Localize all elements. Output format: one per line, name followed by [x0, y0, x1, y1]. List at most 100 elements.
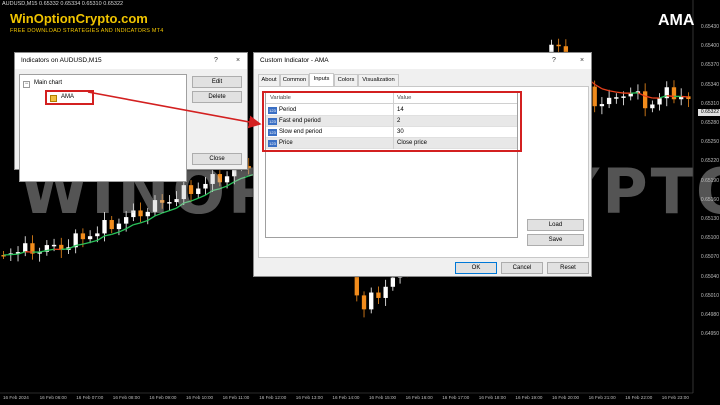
- candle-body: [181, 185, 186, 200]
- tree-root-main-chart[interactable]: Main chart: [34, 80, 62, 86]
- candle-body: [160, 200, 165, 203]
- candle-body: [196, 188, 201, 194]
- candle-body: [592, 86, 597, 107]
- candle-body: [123, 217, 129, 224]
- candle-body: [138, 210, 143, 217]
- ama-line-segment: [96, 235, 105, 241]
- parameters-highlight-box: [262, 91, 522, 152]
- candle-body: [145, 211, 150, 217]
- time-tick: 16 Feb 23:00: [661, 395, 689, 400]
- ama-line-segment: [616, 91, 624, 94]
- close-button[interactable]: Close: [192, 153, 242, 165]
- ama-line-segment: [241, 175, 249, 179]
- time-tick: 16 Feb 14:00: [332, 395, 360, 400]
- price-tick: 0.65310: [700, 100, 719, 107]
- time-tick: 16 Feb 10:00: [186, 395, 214, 400]
- ama-line-segment: [212, 188, 221, 192]
- indicator-tree[interactable]: − Main chart AMA: [19, 74, 187, 182]
- ama-line-segment: [82, 241, 91, 245]
- dialog-titlebar[interactable]: Custom Indicator - AMA ? ×: [254, 53, 591, 69]
- tree-item-ama[interactable]: AMA: [45, 90, 94, 105]
- candle-body: [210, 174, 215, 184]
- ok-button[interactable]: OK: [455, 262, 497, 274]
- candle-body: [606, 97, 612, 105]
- time-tick: 16 Feb 20:00: [552, 395, 580, 400]
- brand-logo-text: WinOptionCrypto.com: [10, 11, 148, 26]
- price-tick: 0.64950: [700, 331, 719, 338]
- candle-body: [599, 104, 605, 107]
- price-tick: 0.65430: [700, 24, 719, 30]
- ama-line-segment: [681, 95, 689, 98]
- time-tick: 16 Feb 2024: [3, 395, 29, 400]
- time-tick: 16 Feb 22:00: [625, 395, 653, 400]
- cancel-button[interactable]: Cancel: [501, 262, 543, 274]
- collapse-icon[interactable]: −: [23, 81, 30, 88]
- candle-body: [95, 233, 100, 237]
- tab-common[interactable]: Common: [280, 74, 309, 86]
- ama-line-segment: [104, 233, 112, 237]
- delete-button[interactable]: Delete: [192, 91, 242, 103]
- time-tick: 16 Feb 12:00: [259, 395, 287, 400]
- brand-tagline: FREE DOWNLOAD STRATEGIES AND INDICATORS …: [10, 28, 164, 34]
- ama-line-segment: [608, 90, 617, 93]
- candle-body: [87, 236, 93, 240]
- tree-root-label: Main chart: [34, 80, 63, 86]
- candle-body: [614, 97, 619, 99]
- close-icon[interactable]: ×: [231, 53, 245, 69]
- ama-line-segment: [133, 222, 141, 226]
- candle-body: [361, 295, 367, 310]
- ama-line-segment: [226, 181, 235, 187]
- ama-line-segment: [39, 249, 47, 253]
- candle-body: [628, 93, 633, 97]
- price-tick: 0.65280: [700, 120, 719, 126]
- time-tick: 16 Feb 18:00: [478, 395, 506, 400]
- price-tick: 0.65220: [700, 158, 719, 165]
- edit-button[interactable]: Edit: [192, 76, 242, 88]
- ama-line-segment: [118, 228, 127, 233]
- ama-line-segment: [666, 95, 675, 98]
- current-price-label: 0.65322: [698, 109, 720, 116]
- candle-body: [188, 185, 194, 194]
- price-tick: 0.65040: [700, 273, 719, 280]
- ama-line-segment: [125, 224, 134, 230]
- save-button[interactable]: Save: [527, 234, 584, 246]
- custom-indicator-dialog: Custom Indicator - AMA ? × About Common …: [253, 52, 592, 277]
- candle-body: [203, 183, 208, 189]
- price-tick: 0.65100: [700, 235, 719, 242]
- indicator-title: AMA: [658, 12, 695, 29]
- candle-body: [621, 96, 626, 98]
- window-title: Indicators on AUDUSD,M15: [21, 57, 102, 64]
- time-tick: 16 Feb 09:00: [149, 395, 177, 400]
- candle-body: [131, 210, 136, 218]
- ama-line-segment: [10, 253, 19, 256]
- dialog-title: Custom Indicator - AMA: [260, 57, 329, 64]
- time-tick: 16 Feb 17:00: [442, 395, 470, 400]
- help-icon[interactable]: ?: [547, 53, 561, 69]
- ama-line-segment: [89, 239, 98, 244]
- ama-line-segment: [176, 202, 185, 209]
- reset-button[interactable]: Reset: [547, 262, 589, 274]
- time-tick: 16 Feb 16:00: [405, 395, 433, 400]
- tab-about[interactable]: About: [258, 74, 280, 86]
- window-body: − Main chart AMA Edit Delete Close: [15, 69, 247, 182]
- candle-body: [642, 91, 648, 109]
- ama-line-segment: [161, 210, 170, 214]
- tab-inputs[interactable]: Inputs: [309, 73, 334, 86]
- candle-body: [102, 220, 107, 234]
- price-tick: 0.65370: [700, 62, 719, 69]
- help-icon[interactable]: ?: [209, 53, 223, 69]
- close-icon[interactable]: ×: [575, 53, 589, 69]
- candle-body: [376, 292, 381, 298]
- load-button[interactable]: Load: [527, 219, 584, 231]
- price-tick: 0.65010: [700, 292, 719, 299]
- indicator-icon: [50, 95, 57, 102]
- ama-line-segment: [197, 194, 206, 199]
- tab-colors[interactable]: Colors: [334, 74, 358, 86]
- time-tick: 16 Feb 11:00: [222, 395, 250, 400]
- window-titlebar[interactable]: Indicators on AUDUSD,M15 ? ×: [15, 53, 247, 69]
- tab-visualization[interactable]: Visualization: [358, 74, 399, 86]
- candle-body: [152, 200, 158, 212]
- candle-body: [650, 104, 655, 109]
- ama-line-segment: [233, 177, 242, 183]
- price-tick: 0.65160: [700, 196, 719, 203]
